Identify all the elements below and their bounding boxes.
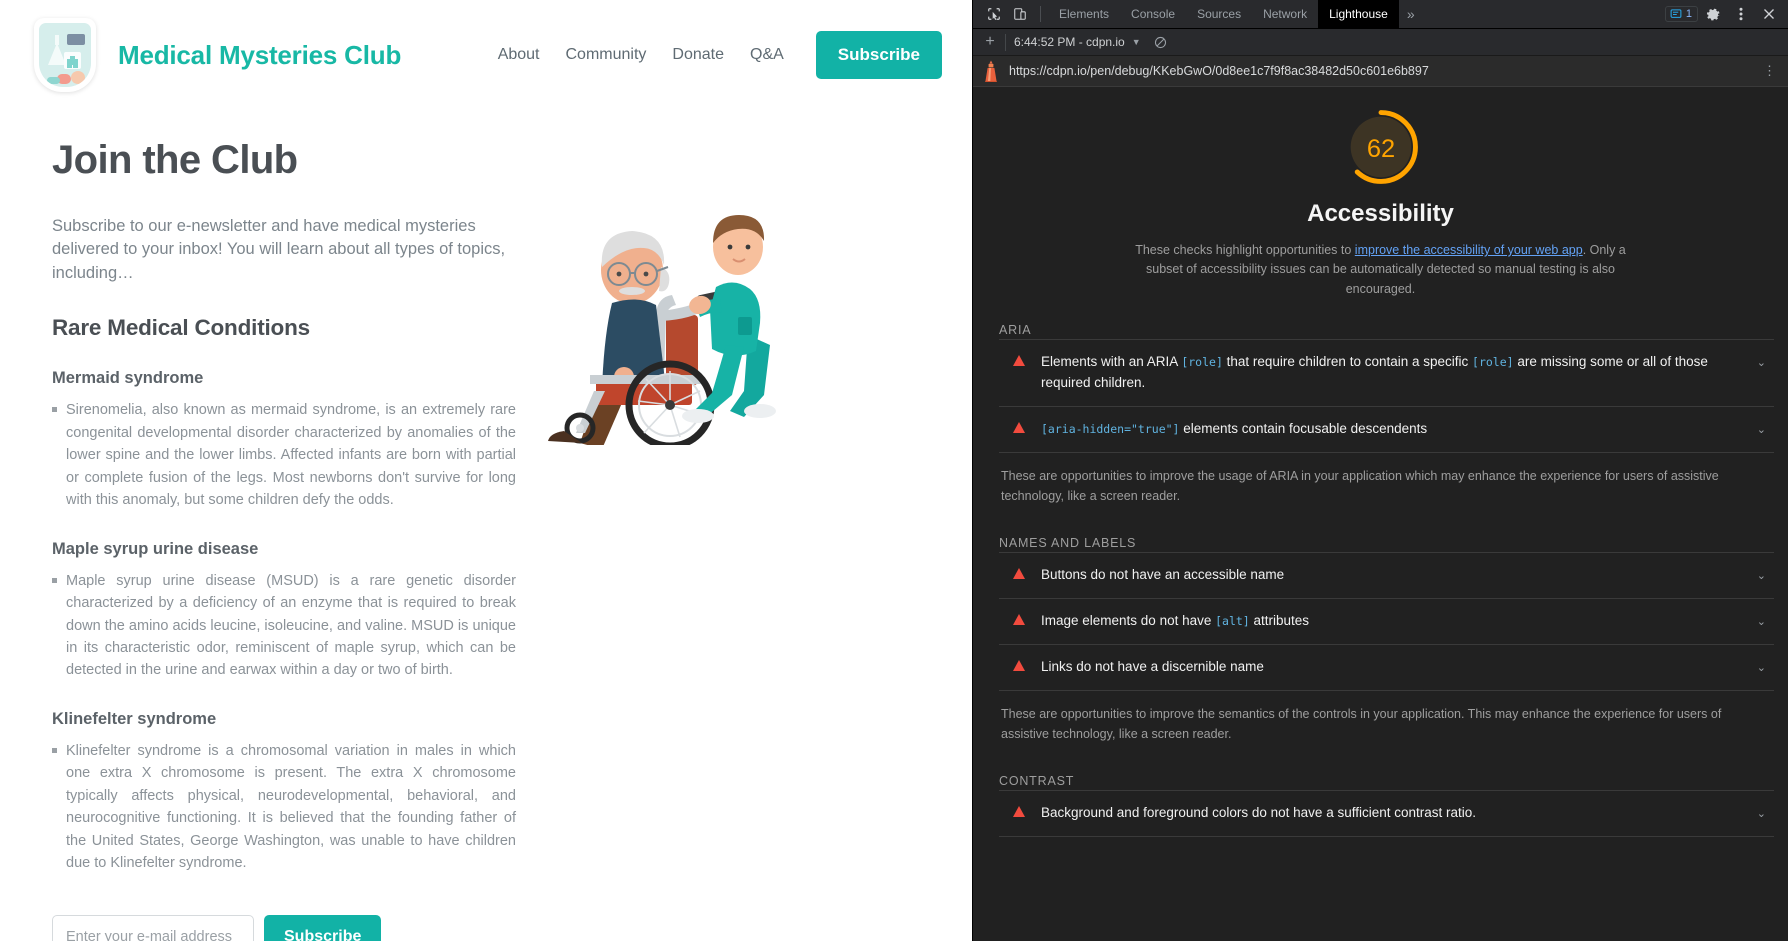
audit-row[interactable]: Elements with an ARIA [role] that requir… [999, 340, 1774, 407]
lighthouse-icon [985, 60, 997, 82]
nav-link-donate[interactable]: Donate [672, 46, 724, 64]
intro-paragraph: Subscribe to our e-newsletter and have m… [52, 217, 506, 282]
warning-triangle-icon [1013, 659, 1025, 671]
medical-shield-logo-icon[interactable] [34, 18, 96, 92]
devtools-tab-bar: Elements Console Sources Network Lightho… [1048, 0, 1423, 28]
chevron-down-icon[interactable]: ⌄ [1757, 661, 1766, 674]
nav-link-about[interactable]: About [498, 46, 540, 64]
audit-row[interactable]: Image elements do not have [alt] attribu… [999, 599, 1774, 645]
warning-triangle-icon [1013, 613, 1025, 625]
inspect-element-icon[interactable] [981, 2, 1007, 26]
issues-icon [1670, 9, 1682, 18]
warning-triangle-icon [1013, 805, 1025, 817]
audit-title: Image elements do not have [alt] attribu… [1041, 612, 1310, 628]
condition-list-msud: Maple syrup urine disease (MSUD) is a ra… [52, 570, 932, 682]
audit-group-aria: Elements with an ARIA [role] that requir… [999, 339, 1774, 453]
subbar-divider [1005, 33, 1006, 51]
chevron-down-icon[interactable]: ⌄ [1757, 423, 1766, 436]
chevron-down-icon[interactable]: ⌄ [1757, 807, 1766, 820]
toggle-device-toolbar-icon[interactable] [1007, 2, 1033, 26]
audit-group-contrast: Background and foreground colors do not … [999, 789, 1774, 837]
tab-network[interactable]: Network [1252, 0, 1318, 28]
audit-title: Links do not have a discernible name [1041, 658, 1264, 674]
section-heading-aria: ARIA [999, 323, 1032, 338]
lighthouse-report: 62 Accessibility These checks highlight … [973, 87, 1788, 941]
list-item: Sirenomelia, also known as mermaid syndr… [52, 399, 516, 511]
tab-sources[interactable]: Sources [1186, 0, 1252, 28]
chevron-down-icon[interactable]: ⌄ [1757, 356, 1766, 369]
chevron-down-icon[interactable]: ⌄ [1757, 615, 1766, 628]
group-description-aria: These are opportunities to improve the u… [1001, 468, 1719, 503]
warning-triangle-icon [1013, 421, 1025, 433]
wheelchair-illustration [520, 195, 820, 445]
email-field[interactable] [52, 914, 254, 941]
more-tabs-icon[interactable]: » [1399, 6, 1423, 22]
lighthouse-url-bar: https://cdpn.io/pen/debug/KKebGwO/0d8ee1… [973, 56, 1788, 87]
subscribe-form: Subscribe [52, 914, 932, 941]
audit-row[interactable]: [aria-hidden="true"] elements contain fo… [999, 407, 1774, 453]
issues-button[interactable]: 1 [1664, 6, 1698, 22]
audit-title: Elements with an ARIA [role] that requir… [1041, 354, 1708, 391]
chevron-down-icon[interactable]: ▼ [1132, 37, 1141, 47]
header-subscribe-button[interactable]: Subscribe [815, 31, 942, 79]
audit-title: Buttons do not have an accessible name [1041, 566, 1285, 582]
audit-title: [aria-hidden="true"] elements contain fo… [1041, 420, 1428, 436]
toolbar-right-actions: 1 [1664, 2, 1784, 26]
report-selector-label[interactable]: 6:44:52 PM - cdpn.io [1014, 35, 1125, 49]
devtools-toolbar: Elements Console Sources Network Lightho… [973, 0, 1788, 29]
nav-link-qa[interactable]: Q&A [750, 46, 784, 64]
site-title: Medical Mysteries Club [118, 39, 402, 70]
list-item: Maple syrup urine disease (MSUD) is a ra… [52, 570, 516, 682]
toolbar-divider [1040, 6, 1041, 22]
form-subscribe-button[interactable]: Subscribe [264, 914, 382, 941]
app-root: Medical Mysteries Club About Community D… [0, 0, 1788, 941]
desc-part-1: These checks highlight opportunities to [1135, 243, 1355, 257]
close-icon[interactable] [1756, 2, 1782, 26]
plus-icon[interactable]: + [977, 31, 1003, 53]
audit-row[interactable]: Links do not have a discernible name ⌄ [999, 645, 1774, 691]
score-value: 62 [1366, 135, 1394, 163]
warning-triangle-icon [1013, 355, 1025, 367]
gear-icon[interactable] [1700, 2, 1726, 26]
kebab-menu-icon[interactable]: ⋮ [1759, 63, 1780, 79]
audit-group-names-and-labels: Buttons do not have an accessible name ⌄… [999, 551, 1774, 691]
site-header: Medical Mysteries Club About Community D… [0, 0, 972, 106]
accessibility-score-gauge: 62 [1343, 110, 1418, 184]
category-title: Accessibility [1307, 200, 1454, 227]
accessibility-docs-link[interactable]: improve the accessibility of your web ap… [1355, 243, 1583, 257]
section-heading-names-and-labels: NAMES AND LABELS [999, 535, 1137, 550]
audit-row[interactable]: Background and foreground colors do not … [999, 791, 1774, 837]
tab-elements[interactable]: Elements [1048, 0, 1120, 28]
category-description: These checks highlight opportunities to … [1135, 241, 1627, 299]
tab-lighthouse[interactable]: Lighthouse [1318, 0, 1399, 28]
lighthouse-subtoolbar: + 6:44:52 PM - cdpn.io ▼ [973, 29, 1788, 56]
list-item: Klinefelter syndrome is a chromosomal va… [52, 740, 516, 875]
section-heading-contrast: CONTRAST [999, 773, 1075, 788]
kebab-menu-icon[interactable] [1728, 2, 1754, 26]
chevron-down-icon[interactable]: ⌄ [1757, 569, 1766, 582]
devtools-panel: Elements Console Sources Network Lightho… [972, 0, 1788, 941]
nav-link-community[interactable]: Community [566, 46, 647, 64]
audited-url: https://cdpn.io/pen/debug/KKebGwO/0d8ee1… [1009, 64, 1429, 78]
condition-title-msud: Maple syrup urine disease [52, 539, 259, 558]
warning-triangle-icon [1013, 567, 1025, 579]
score-gauge-wrap: 62 Accessibility These checks highlight … [987, 87, 1774, 299]
condition-list-klinefelter: Klinefelter syndrome is a chromosomal va… [52, 740, 932, 875]
clear-all-icon[interactable] [1151, 32, 1171, 52]
audit-title: Background and foreground colors do not … [1041, 804, 1477, 820]
web-page-viewport: Medical Mysteries Club About Community D… [0, 0, 972, 941]
audit-row[interactable]: Buttons do not have an accessible name ⌄ [999, 553, 1774, 599]
group-description-names-and-labels: These are opportunities to improve the s… [1001, 706, 1722, 741]
main-nav: About Community Donate Q&A Subscribe [498, 31, 942, 79]
issues-count: 1 [1685, 8, 1692, 20]
page-title: Join the Club [52, 138, 298, 182]
tab-console[interactable]: Console [1120, 0, 1186, 28]
condition-title-klinefelter: Klinefelter syndrome [52, 709, 217, 728]
page-content: Join the Club Subscribe to our e-newslet… [0, 106, 972, 941]
